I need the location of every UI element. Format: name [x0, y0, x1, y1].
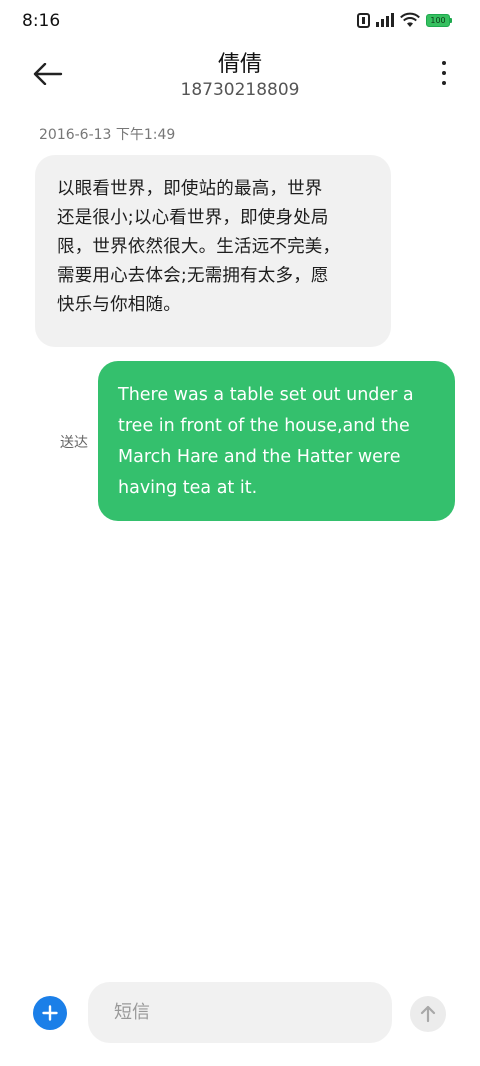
signal-strength-icon — [376, 13, 394, 27]
send-button[interactable] — [410, 996, 446, 1032]
message-line: having tea at it. — [118, 478, 258, 498]
battery-icon: 100 — [426, 13, 452, 27]
message-line: There was a table set out under a — [118, 385, 414, 405]
message-input[interactable] — [88, 982, 392, 1043]
more-vertical-icon-dot — [442, 81, 446, 85]
wifi-icon — [400, 12, 420, 27]
status-time: 8:16 — [22, 11, 61, 31]
message-line: tree in front of the house,and the — [118, 416, 410, 436]
message-timestamp: 2016-6-13 下午1:49 — [39, 127, 176, 143]
message-line: March Hare and the Hatter were — [118, 447, 401, 467]
message-line: 还是很小;以心看世界，即使身处局 — [57, 208, 329, 228]
incoming-message-bubble[interactable]: 以眼看世界，即使站的最高，世界 还是很小;以心看世界，即使身处局 限，世界依然很… — [35, 155, 391, 347]
arrow-up-icon — [420, 1005, 436, 1023]
delivery-status: 送达 — [60, 435, 88, 451]
status-bar: 8:16 100 — [0, 0, 480, 44]
message-line: 快乐与你相随。 — [57, 295, 181, 315]
contact-phone-number: 18730218809 — [180, 80, 300, 100]
message-line: 以眼看世界，即使站的最高，世界 — [57, 179, 323, 199]
outgoing-message-bubble[interactable]: There was a table set out under a tree i… — [98, 361, 455, 521]
more-options-button[interactable] — [438, 58, 450, 88]
more-vertical-icon-dot — [442, 61, 446, 65]
incoming-message-text: 以眼看世界，即使站的最高，世界 还是很小;以心看世界，即使身处局 限，世界依然很… — [57, 175, 369, 320]
more-vertical-icon-dot — [442, 71, 446, 75]
plus-icon — [42, 1005, 58, 1021]
message-line: 需要用心去体会;无需拥有太多，愿 — [57, 266, 329, 286]
outgoing-message-text: There was a table set out under a tree i… — [118, 380, 435, 504]
add-attachment-button[interactable] — [33, 996, 67, 1030]
contact-name: 倩倩 — [217, 52, 262, 77]
status-icons: 100 — [357, 12, 452, 28]
sim-card-icon — [357, 12, 370, 28]
message-line: 限，世界依然很大。生活远不完美， — [57, 237, 341, 257]
